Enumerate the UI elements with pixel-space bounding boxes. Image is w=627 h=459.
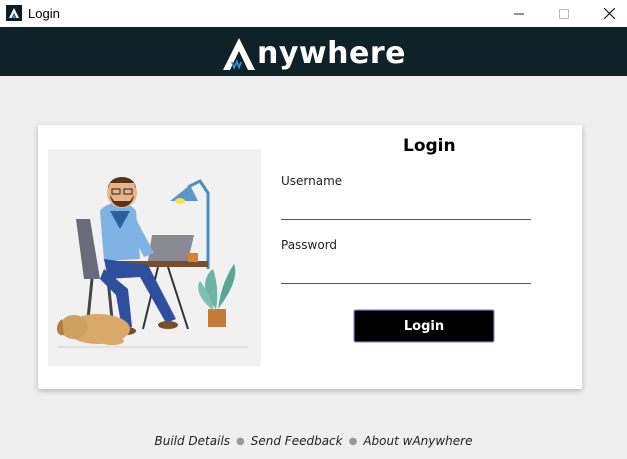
close-icon[interactable] — [586, 0, 627, 27]
login-button[interactable]: Login — [354, 310, 494, 342]
footer-links: Build Details ● Send Feedback ● About wAnywh… — [0, 434, 627, 448]
username-label: Username — [281, 174, 343, 188]
brand-name: nywhere — [257, 35, 406, 71]
window-titlebar[interactable]: Login — [0, 0, 627, 27]
window-title: Login — [28, 6, 60, 21]
app-icon — [6, 5, 22, 21]
brand-logo-group: nywhere — [221, 32, 406, 72]
anywhere-logo-icon — [223, 37, 255, 70]
illustration-image — [48, 149, 261, 366]
password-label: Password — [281, 238, 338, 252]
brand-header: nywhere — [0, 27, 627, 76]
person-working-illustration — [56, 177, 248, 348]
about-link[interactable]: About wAnywhere — [363, 434, 472, 448]
username-input[interactable] — [281, 196, 531, 220]
build-details-link[interactable]: Build Details — [154, 434, 230, 448]
send-feedback-link[interactable]: Send Feedback — [251, 434, 343, 448]
password-input[interactable] — [281, 260, 531, 284]
separator-dot: ● — [348, 436, 358, 447]
login-heading: Login — [403, 136, 456, 156]
login-card: Login Username Password Login — [38, 125, 582, 389]
separator-dot: ● — [236, 436, 245, 447]
minimize-icon[interactable] — [496, 0, 542, 27]
maximize-icon[interactable] — [541, 0, 587, 27]
